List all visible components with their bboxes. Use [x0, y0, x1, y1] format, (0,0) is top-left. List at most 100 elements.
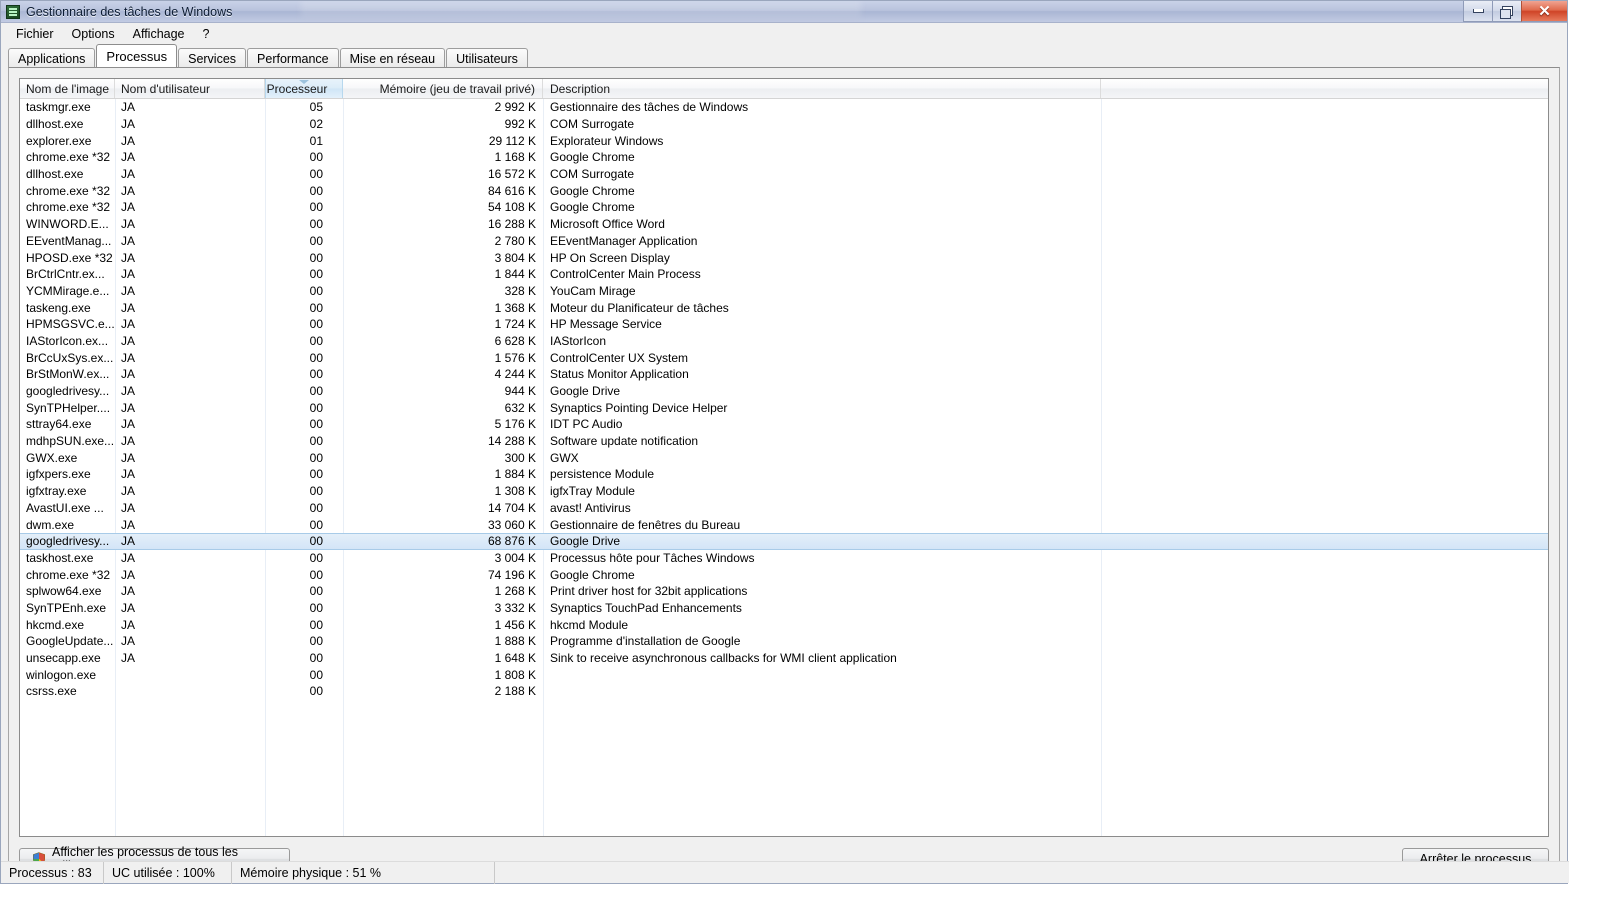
cell-cpu: 00 — [309, 450, 323, 465]
cell-name: igfxtray.exe — [26, 484, 87, 499]
status-physical-memory: Mémoire physique : 51 % — [232, 861, 495, 884]
tab-performance[interactable]: Performance — [247, 48, 339, 68]
table-row[interactable]: explorer.exe JA 01 29 112 K Explorateur Wind… — [20, 132, 1548, 149]
cell-user: JA — [121, 117, 136, 132]
table-row[interactable]: winlogon.exe 00 1 808 K — [20, 666, 1548, 683]
table-row[interactable]: chrome.exe *32 JA 00 1 168 K Google Chrome — [20, 149, 1548, 166]
restore-button[interactable] — [1492, 1, 1521, 22]
cell-desc: Gestionnaire des tâches de Windows — [550, 100, 749, 115]
menu-item-fichier[interactable]: Fichier — [7, 25, 63, 43]
cell-user: JA — [121, 417, 136, 432]
window-controls: ✕ — [1463, 1, 1567, 22]
table-row[interactable]: SynTPHelper.... JA 00 632 K Synaptics Pointi… — [20, 399, 1548, 416]
table-row[interactable]: googledrivesy... JA 00 944 K Google Drive — [20, 383, 1548, 400]
column-header-user-name[interactable]: Nom d'utilisateur — [115, 79, 265, 98]
tab-strip: Applications Processus Services Performa… — [1, 44, 1567, 68]
table-row[interactable]: IAStorIcon.ex... JA 00 6 628 K IAStorIcon — [20, 333, 1548, 350]
cell-name: IAStorIcon.ex... — [26, 333, 109, 348]
window-titlebar[interactable]: Gestionnaire des tâches de Windows ✕ — [1, 1, 1567, 23]
cell-cpu: 00 — [309, 400, 323, 415]
cell-name: csrss.exe — [26, 684, 77, 699]
close-button[interactable]: ✕ — [1521, 1, 1567, 22]
cell-user: JA — [121, 317, 136, 332]
cell-name: googledrivesy... — [26, 384, 110, 399]
table-row[interactable]: AvastUI.exe ... JA 00 14 704 K avast! Antivi… — [20, 500, 1548, 517]
table-row[interactable]: taskeng.exe JA 00 1 368 K Moteur du Planific… — [20, 299, 1548, 316]
column-header-image-name[interactable]: Nom de l'image — [20, 79, 115, 98]
cell-mem: 992 K — [504, 117, 536, 132]
table-row[interactable]: taskmgr.exe JA 05 2 992 K Gestionnaire des t… — [20, 99, 1548, 116]
table-row[interactable]: WINWORD.E... JA 00 16 288 K Microsoft Office… — [20, 216, 1548, 233]
cell-user: JA — [121, 283, 136, 298]
table-row[interactable]: taskhost.exe JA 00 3 004 K Processus hôte po… — [20, 550, 1548, 567]
table-row[interactable]: igfxtray.exe JA 00 1 308 K igfxTray Module — [20, 483, 1548, 500]
cell-mem: 14 288 K — [487, 434, 536, 449]
cell-mem: 14 704 K — [487, 500, 536, 515]
cell-desc: Moteur du Planificateur de tâches — [550, 300, 729, 315]
table-row[interactable]: GoogleUpdate... JA 00 1 888 K Programme d'in… — [20, 633, 1548, 650]
table-row[interactable]: EEventManag... JA 00 2 780 K EEventManager A… — [20, 233, 1548, 250]
cell-user: JA — [121, 567, 136, 582]
table-row[interactable]: dwm.exe JA 00 33 060 K Gestionnaire de fenêt… — [20, 516, 1548, 533]
column-header-description-label: Description — [550, 81, 611, 96]
table-row[interactable]: unsecapp.exe JA 00 1 648 K Sink to receive a… — [20, 650, 1548, 667]
cell-cpu: 00 — [309, 617, 323, 632]
table-row[interactable]: hkcmd.exe JA 00 1 456 K hkcmd Module — [20, 616, 1548, 633]
table-row[interactable]: igfxpers.exe JA 00 1 884 K persistence Modul… — [20, 466, 1548, 483]
column-header-memory[interactable]: Mémoire (jeu de travail privé) — [343, 79, 543, 98]
column-header-description[interactable]: Description — [543, 79, 1101, 98]
menu-item-options[interactable]: Options — [63, 25, 124, 43]
process-list[interactable]: Nom de l'image Nom d'utilisateur Process… — [19, 78, 1549, 837]
table-row[interactable]: sttray64.exe JA 00 5 176 K IDT PC Audio — [20, 416, 1548, 433]
process-list-body[interactable]: taskmgr.exe JA 05 2 992 K Gestionnaire des t… — [20, 99, 1548, 836]
table-row[interactable]: chrome.exe *32 JA 00 84 616 K Google Chrome — [20, 182, 1548, 199]
tab-mise-en-reseau[interactable]: Mise en réseau — [339, 48, 446, 68]
cell-name: HPOSD.exe *32 — [26, 250, 113, 265]
cell-desc: Google Chrome — [550, 200, 635, 215]
minimize-button[interactable] — [1463, 1, 1492, 22]
cell-user: JA — [121, 367, 136, 382]
cell-desc: ControlCenter UX System — [550, 350, 689, 365]
cell-mem: 1 808 K — [494, 667, 536, 682]
table-row[interactable]: BrStMonW.ex... JA 00 4 244 K Status Monitor … — [20, 366, 1548, 383]
cell-cpu: 00 — [309, 267, 323, 282]
table-row[interactable]: chrome.exe *32 JA 00 54 108 K Google Chrome — [20, 199, 1548, 216]
cell-name: explorer.exe — [26, 133, 92, 148]
tab-utilisateurs[interactable]: Utilisateurs — [446, 48, 528, 68]
cell-desc: Google Drive — [550, 534, 621, 549]
column-header-cpu[interactable]: Processeur — [265, 79, 343, 98]
column-header-image-name-label: Nom de l'image — [26, 81, 109, 96]
table-row[interactable]: csrss.exe 00 2 188 K — [20, 683, 1548, 700]
menu-item-affichage[interactable]: Affichage — [124, 25, 194, 43]
tab-applications[interactable]: Applications — [8, 48, 96, 68]
cell-user: JA — [121, 250, 136, 265]
cell-mem: 6 628 K — [494, 333, 536, 348]
table-row[interactable]: HPMSGSVC.e... JA 00 1 724 K HP Message Servi… — [20, 316, 1548, 333]
cell-desc: COM Surrogate — [550, 167, 635, 182]
table-row[interactable]: HPOSD.exe *32 JA 00 3 804 K HP On Screen Dis… — [20, 249, 1548, 266]
cell-desc: GWX — [550, 450, 579, 465]
cell-desc: hkcmd Module — [550, 617, 629, 632]
table-row[interactable]: dllhost.exe JA 00 16 572 K COM Surrogate — [20, 166, 1548, 183]
cell-cpu: 00 — [309, 167, 323, 182]
tab-processus[interactable]: Processus — [96, 44, 178, 67]
table-row[interactable]: dllhost.exe JA 02 992 K COM Surrogate — [20, 116, 1548, 133]
table-row[interactable]: splwow64.exe JA 00 1 268 K Print driver host… — [20, 583, 1548, 600]
table-row[interactable]: BrCtrlCntr.ex... JA 00 1 844 K ControlCenter… — [20, 266, 1548, 283]
table-row[interactable]: SynTPEnh.exe JA 00 3 332 K Synaptics TouchPa… — [20, 600, 1548, 617]
tab-services[interactable]: Services — [178, 48, 247, 68]
table-row[interactable]: mdhpSUN.exe... JA 00 14 288 K Software updat… — [20, 433, 1548, 450]
menu-item-help[interactable]: ? — [194, 25, 219, 43]
table-row[interactable]: BrCcUxSys.ex... JA 00 1 576 K ControlCenter … — [20, 349, 1548, 366]
cell-name: igfxpers.exe — [26, 467, 91, 482]
table-row[interactable]: YCMMirage.e... JA 00 328 K YouCam Mirage — [20, 283, 1548, 300]
cell-user: JA — [121, 200, 136, 215]
table-row[interactable]: googledrivesy... JA 00 68 876 K Google Drive — [20, 532, 1548, 550]
table-row[interactable]: chrome.exe *32 JA 00 74 196 K Google Chrome — [20, 566, 1548, 583]
cell-user: JA — [121, 434, 136, 449]
table-row[interactable]: GWX.exe JA 00 300 K GWX — [20, 449, 1548, 466]
cell-name: googledrivesy... — [26, 534, 110, 549]
cell-name: AvastUI.exe ... — [26, 500, 104, 515]
cell-mem: 632 K — [504, 400, 536, 415]
cell-name: HPMSGSVC.e... — [26, 317, 115, 332]
